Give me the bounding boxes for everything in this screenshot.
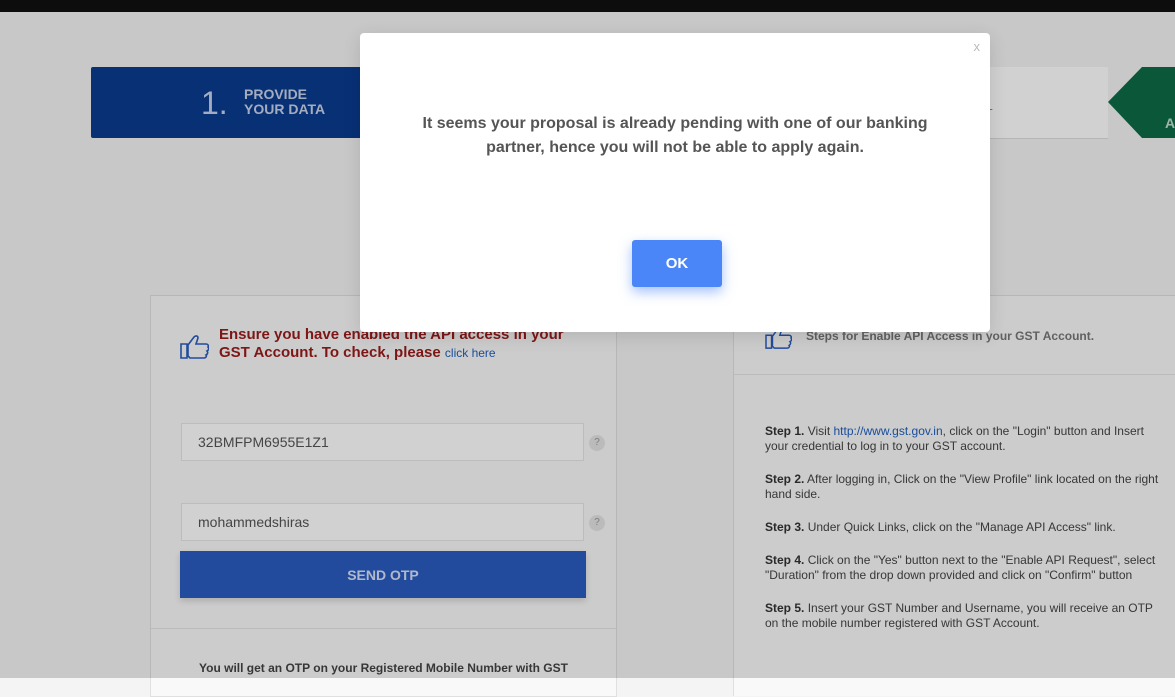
- pending-proposal-modal: x It seems your proposal is already pend…: [360, 33, 990, 332]
- close-icon[interactable]: x: [974, 39, 981, 54]
- modal-message: It seems your proposal is already pendin…: [422, 115, 928, 156]
- ok-button[interactable]: OK: [632, 240, 722, 287]
